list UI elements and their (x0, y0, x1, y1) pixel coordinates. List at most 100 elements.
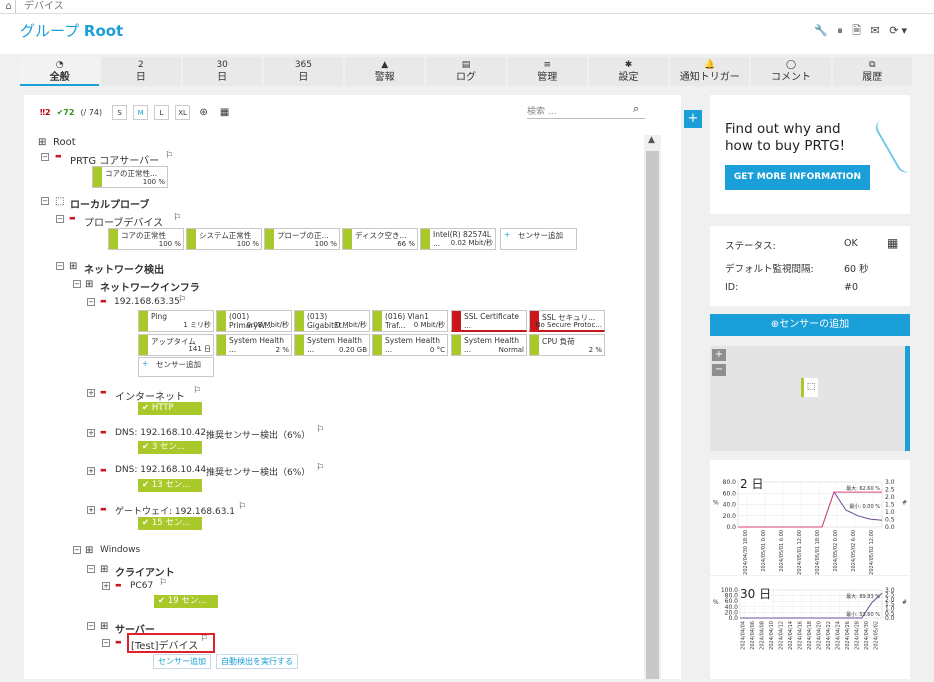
sensor-tile[interactable]: (001) PrimaryW... 0.08 Mbit/秒 (216, 310, 292, 332)
tab-9[interactable]: ◯ コメント (751, 57, 831, 86)
sensor-summary[interactable]: ✔ 15 セン... (138, 517, 202, 530)
network-infra-node[interactable]: ネットワークインフラ (100, 279, 200, 294)
sensor-tile[interactable]: System Health ... Normal (451, 334, 527, 356)
sensor-tile[interactable]: Intel(R) 82574L ... 0.02 Mbit/秒 (420, 228, 496, 250)
device-icon: ▬ (100, 428, 107, 436)
internet-node[interactable]: インターネット (115, 388, 185, 403)
tab-5[interactable]: ▤ ログ (426, 57, 506, 86)
flag-icon[interactable]: ⚐ (238, 502, 246, 512)
expand-icon[interactable]: + (87, 389, 95, 397)
map-scrollbar[interactable] (905, 346, 910, 451)
add-sensor-tile[interactable]: + センサー追加 (138, 357, 214, 377)
sensor-tile[interactable]: コアの正常性 100 % (108, 228, 184, 250)
tab-8[interactable]: 🔔 通知トリガー (670, 57, 750, 86)
dns2-node[interactable]: DNS: 192.168.10.44 (115, 465, 206, 475)
collapse-icon[interactable]: − (73, 546, 81, 554)
sensor-name: Ping (151, 312, 167, 321)
zoom-out-button[interactable]: − (712, 364, 726, 376)
sensor-summary[interactable]: ✔ 19 セン... (154, 595, 218, 608)
scroll-up-icon[interactable]: ▲ (648, 135, 655, 145)
flag-icon[interactable]: ⚐ (159, 578, 167, 588)
scrollbar-thumb[interactable] (646, 151, 659, 679)
sensor-tile[interactable]: Ping 1 ミリ秒 (138, 310, 214, 332)
pc-node[interactable]: PC67 (130, 581, 153, 591)
zoom-in-button[interactable]: + (712, 349, 726, 361)
tab-2[interactable]: 30 日 (182, 57, 262, 86)
flag-icon[interactable]: ⚐ (173, 213, 181, 223)
collapse-icon[interactable]: − (73, 280, 81, 288)
sensor-tile[interactable]: プローブの正... 100 % (264, 228, 340, 250)
probe-device-node[interactable]: プローブデバイス (84, 214, 163, 229)
auto-discovery-button[interactable]: 自動検出を実行する (216, 654, 298, 669)
test-device-node[interactable]: [Test]デバイス (131, 637, 198, 652)
breadcrumb[interactable]: デバイス (24, 0, 64, 13)
sensor-summary[interactable]: ✔ 13 セン... (138, 479, 202, 492)
tab-6[interactable]: ≡ 管理 (507, 57, 587, 86)
add-icon[interactable]: + (684, 110, 702, 128)
map-node-icon[interactable]: ⬚ (801, 378, 818, 397)
sensor-summary[interactable]: ✔ HTTP (138, 402, 202, 415)
collapse-icon[interactable]: − (102, 639, 110, 647)
flag-icon[interactable]: ⚐ (316, 425, 324, 435)
sensor-tile[interactable]: アップタイム 141 日 (138, 334, 214, 356)
collapse-icon[interactable]: − (41, 197, 49, 205)
sensor-tile[interactable]: (016) Vlan1 Traf... 0 Mbit/秒 (372, 310, 448, 332)
qr-code-icon[interactable]: ▦ (887, 236, 898, 250)
flag-icon[interactable]: ⚐ (316, 463, 324, 473)
gateway-node[interactable]: ゲートウェイ: 192.168.63.1 (115, 504, 235, 517)
toolbar-icons[interactable]: 🔧 ⏸ 🗎 ✉ ⟳▾ (814, 22, 910, 41)
tab-0[interactable]: ◔ 全般 (20, 57, 100, 86)
sensor-tile[interactable]: システム正常性 100 % (186, 228, 262, 250)
local-probe-node[interactable]: ローカルプローブ (70, 196, 149, 211)
sensor-tile[interactable]: System Health ... 0 °C (372, 334, 448, 356)
chart-2day[interactable]: 0.0 20.0 40.0 60.0 80.0 0.0 0.5 1.0 1.5 2.0 2.5 3.0… (710, 460, 910, 575)
expand-icon[interactable]: + (102, 582, 110, 590)
sensor-tile[interactable]: SSL セキュリ... No Secure Protoc... (529, 310, 605, 332)
get-more-info-button[interactable]: GET MORE INFORMATION (725, 165, 870, 190)
core-server-node[interactable]: PRTG コアサーバー (70, 152, 159, 167)
tree-root[interactable]: Root (53, 137, 76, 148)
home-icon[interactable]: ⌂ (2, 0, 16, 13)
tab-10[interactable]: ⧉ 履歴 (832, 57, 912, 86)
scrollbar[interactable]: ▲ (644, 135, 661, 679)
collapse-icon[interactable]: − (56, 262, 64, 270)
flag-icon[interactable]: ⚐ (165, 151, 173, 161)
sensor-tile[interactable]: System Health ... 2 % (216, 334, 292, 356)
map-panel[interactable]: + − ⬚ (710, 346, 910, 451)
sensor-tile[interactable]: ディスク空き... 66 % (342, 228, 418, 250)
network-discovery-node[interactable]: ネットワーク検出 (84, 261, 164, 276)
collapse-icon[interactable]: − (87, 622, 95, 630)
status-bar (217, 311, 226, 331)
status-bar (139, 311, 148, 331)
flag-icon[interactable]: ⚐ (193, 386, 201, 396)
promo-text: Find out why and how to buy PRTG! (725, 121, 846, 154)
sensor-tile[interactable]: System Health ... 0.20 GB (294, 334, 370, 356)
add-sensor-button[interactable]: センサー追加 (153, 654, 211, 669)
expand-icon[interactable]: + (87, 429, 95, 437)
sensor-tile[interactable]: CPU 負荷 2 % (529, 334, 605, 356)
add-sensor-tile[interactable]: + センサー追加 (500, 228, 577, 250)
sensor-tile[interactable]: コアの正常性... 100 % (92, 166, 168, 188)
x-tick-label: 2024/04/28 (854, 621, 860, 650)
chart-30day[interactable]: 0.0 20.0 40.0 60.0 80.0 100.0 0.0 0.5 1.0 1.5 2.0 2… (710, 576, 910, 679)
collapse-icon[interactable]: − (87, 298, 95, 306)
windows-node[interactable]: Windows (100, 545, 140, 555)
collapse-icon[interactable]: − (56, 215, 64, 223)
add-sensor-panel-button[interactable]: ⊕センサーの追加 (710, 314, 910, 336)
flag-icon[interactable]: ⚐ (200, 634, 208, 644)
sensor-tile[interactable]: (013) GigabitEt... 0 Mbit/秒 (294, 310, 370, 332)
collapse-icon[interactable]: − (41, 153, 49, 161)
sensor-tile[interactable]: SSL Certificate ... (451, 310, 527, 332)
switch-device-node[interactable]: 192.168.63.35 (114, 297, 180, 307)
expand-icon[interactable]: + (87, 467, 95, 475)
flag-icon[interactable]: ⚐ (178, 295, 186, 305)
tab-3[interactable]: 365 日 (263, 57, 344, 86)
tab-1[interactable]: 2日 (101, 57, 181, 86)
tab-7[interactable]: ✱ 設定 (588, 57, 669, 86)
dns1-node[interactable]: DNS: 192.168.10.42 (115, 428, 206, 438)
sensor-summary[interactable]: ✔ 3 セン... (138, 441, 202, 454)
tab-4[interactable]: ▲ 警報 (345, 57, 425, 86)
collapse-icon[interactable]: − (87, 565, 95, 573)
client-node[interactable]: クライアント (115, 564, 175, 579)
expand-icon[interactable]: + (87, 506, 95, 514)
